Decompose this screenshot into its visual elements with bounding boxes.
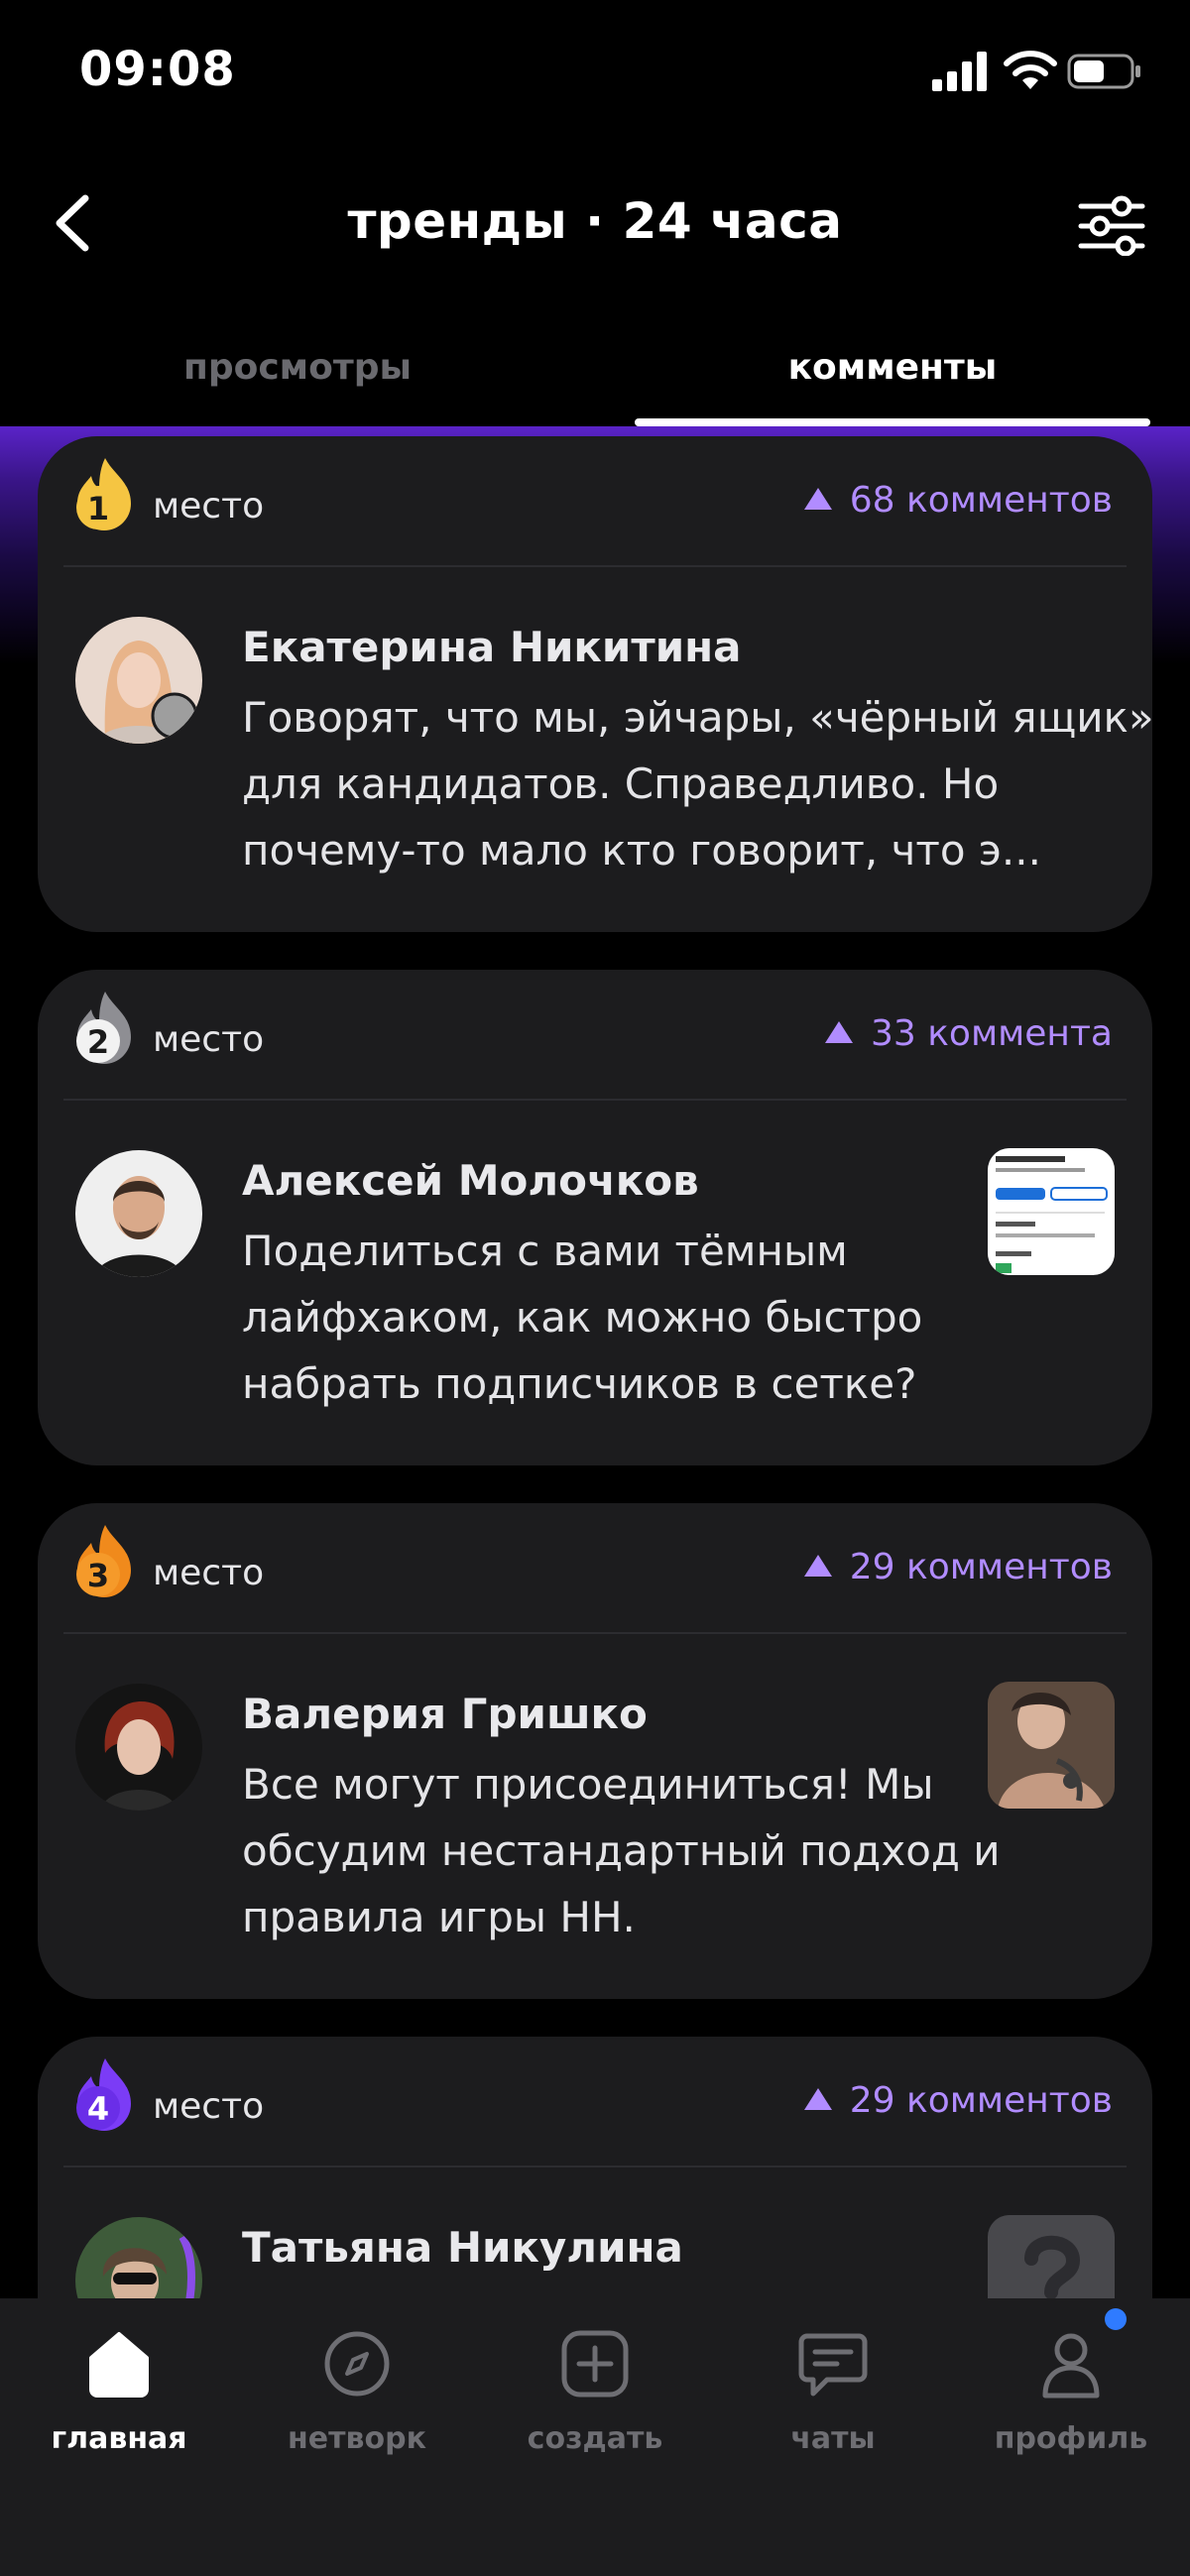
author-name[interactable]: Екатерина Никитина: [242, 623, 742, 671]
post-thumbnail[interactable]: [988, 1682, 1115, 1809]
comment-count: 33 коммента: [824, 1013, 1113, 1054]
place-label: место: [153, 1019, 265, 1060]
compass-icon: [324, 2331, 390, 2397]
nav-create[interactable]: создать: [476, 2328, 714, 2477]
author-name[interactable]: Алексей Молочков: [242, 1156, 699, 1205]
post-text: Все могут присоединиться! Мы обсудим нес…: [242, 1760, 1001, 1941]
nav-label: нетворк: [288, 2421, 426, 2456]
nav-label: главная: [51, 2421, 187, 2456]
place-label: место: [153, 1553, 265, 1593]
avatar[interactable]: [75, 617, 202, 744]
cellular-signal-icon: [932, 52, 987, 91]
divider: [63, 1632, 1127, 1634]
avatar[interactable]: [75, 1684, 202, 1811]
user-icon: [1042, 2333, 1100, 2399]
nav-label: профиль: [994, 2421, 1148, 2456]
comment-count-text: 68 комментов: [849, 480, 1113, 521]
trend-feed[interactable]: 1 место 68 комментов Екатерина Никитина …: [0, 436, 1190, 2298]
avatar[interactable]: [75, 2217, 202, 2298]
up-triangle-icon: [803, 1555, 832, 1577]
trend-card[interactable]: 4 место 29 комментов Татьяна Никулина: [38, 2037, 1152, 2298]
status-bar: 09:08: [0, 0, 1190, 149]
rank-number: 3: [87, 1557, 109, 1594]
up-triangle-icon: [803, 2088, 832, 2110]
rank-bronze-flame-icon: 3: [76, 1525, 131, 1597]
top-bar: тренды · 24 часа: [0, 169, 1190, 278]
up-triangle-icon: [824, 1021, 853, 1043]
card-header: 3 место 29 комментов: [38, 1503, 1152, 1630]
nav-home[interactable]: главная: [0, 2328, 238, 2477]
tab-comments[interactable]: комменты: [595, 347, 1190, 388]
notification-dot: [1105, 2308, 1127, 2330]
tab-views[interactable]: просмотры: [0, 347, 595, 388]
bottom-nav: главная нетворк создать чаты профиль: [0, 2298, 1190, 2576]
rank-number: 1: [87, 490, 109, 527]
rank-gold-flame-icon: 1: [76, 458, 131, 530]
nav-label: чаты: [790, 2421, 876, 2456]
status-time: 09:08: [79, 42, 236, 97]
nav-profile[interactable]: профиль: [952, 2328, 1190, 2477]
nav-network[interactable]: нетворк: [238, 2328, 476, 2477]
battery-icon: [1067, 54, 1140, 89]
rank-silver-flame-icon: 2: [76, 992, 131, 1064]
trend-card[interactable]: 3 место 29 комментов Валерия Гришко Все …: [38, 1503, 1152, 1999]
comment-count: 68 комментов: [803, 480, 1113, 521]
comment-count-text: 29 комментов: [849, 2080, 1113, 2121]
rank-number: 2: [87, 1023, 109, 1061]
divider: [63, 565, 1127, 567]
filter-button[interactable]: [1077, 192, 1146, 256]
post-thumbnail[interactable]: [988, 2215, 1115, 2298]
trend-card[interactable]: 2 место 33 коммента Алексей Молочков Под…: [38, 970, 1152, 1465]
post-text: Говорят, что мы, эйчары, «чёрный ящик» д…: [242, 693, 1154, 875]
rank-number: 4: [87, 2090, 109, 2128]
post-thumbnail[interactable]: [988, 1148, 1115, 1275]
nav-label: создать: [527, 2421, 663, 2456]
card-header: 1 место 68 комментов: [38, 436, 1152, 563]
card-header: 4 место 29 комментов: [38, 2037, 1152, 2164]
tabs: просмотры комменты: [0, 327, 1190, 426]
author-name[interactable]: Валерия Гришко: [242, 1690, 648, 1738]
nav-chats[interactable]: чаты: [714, 2328, 952, 2477]
plus-square-icon: [561, 2330, 629, 2398]
chat-icon: [798, 2333, 868, 2397]
up-triangle-icon: [803, 488, 832, 510]
rank-purple-flame-icon: 4: [76, 2058, 131, 2131]
comment-count-text: 33 коммента: [870, 1013, 1113, 1054]
card-header: 2 место 33 коммента: [38, 970, 1152, 1097]
author-name[interactable]: Татьяна Никулина: [242, 2223, 683, 2272]
divider: [63, 2166, 1127, 2167]
page-title: тренды · 24 часа: [347, 192, 843, 250]
home-icon: [89, 2332, 149, 2398]
sliders-icon: [1078, 195, 1145, 256]
trend-card[interactable]: 1 место 68 комментов Екатерина Никитина …: [38, 436, 1154, 932]
avatar[interactable]: [75, 1150, 202, 1277]
place-label: место: [153, 486, 265, 527]
wifi-icon: [1004, 51, 1057, 89]
divider: [63, 1099, 1127, 1101]
place-label: место: [153, 2086, 265, 2127]
post-text: Поделиться с вами тёмным лайфхаком, как …: [242, 1227, 923, 1408]
comment-count: 29 комментов: [803, 2080, 1113, 2121]
comment-count: 29 комментов: [803, 1547, 1113, 1587]
active-tab-indicator: [635, 418, 1150, 426]
comment-count-text: 29 комментов: [849, 1547, 1113, 1587]
